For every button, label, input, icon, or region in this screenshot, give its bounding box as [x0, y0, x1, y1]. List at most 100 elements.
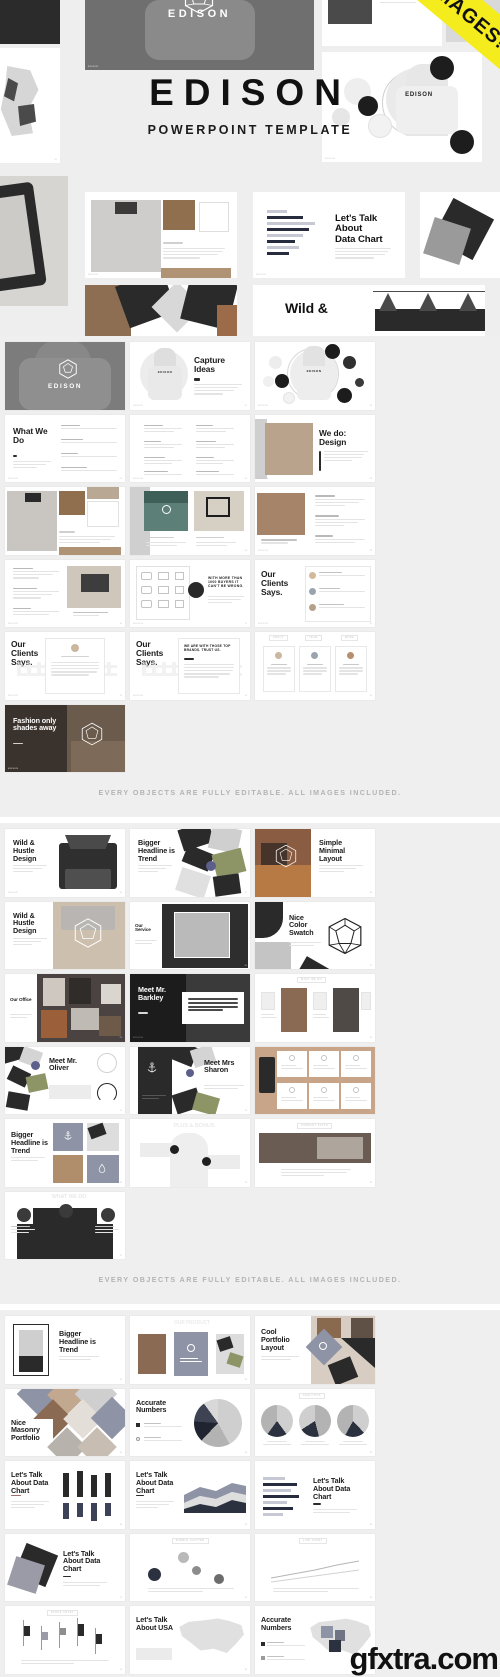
slide-clients-says-a[interactable]: Our Clients Says. EDISON 12: [255, 559, 375, 627]
slide-accurate-numbers-pie[interactable]: Accurate Numbers 36: [130, 1388, 250, 1456]
anchor-icon: [147, 1061, 157, 1072]
slide-title: Our Office: [10, 997, 32, 1002]
slide-cover-edison[interactable]: EDISON: [5, 342, 125, 410]
hero-thumb-shapes: [420, 192, 500, 278]
slide-title: Let's Talk About Data Chart: [11, 1470, 49, 1495]
slide-edison-bubbles[interactable]: EDISON EDISON 03: [255, 342, 375, 410]
slide-what-we-do-devices[interactable]: WHAT WE DO 24: [255, 974, 375, 1042]
slide-meet-mrs-sharon[interactable]: Meet Mrs Sharon 26: [130, 1046, 250, 1114]
slide-capture-ideas[interactable]: EDISON Capture Ideas EDISON 02: [130, 342, 250, 410]
slide-package-project[interactable]: EDISON 10: [5, 559, 125, 627]
hero-thumb-tablet: [0, 176, 68, 306]
slide-cool-portfolio-layout[interactable]: Cool Portfolio Layout 34: [255, 1316, 375, 1384]
slide-title: EDISON: [306, 369, 322, 373]
slide-title: Our Service: [135, 922, 151, 933]
slide-title: Fashion only shades away: [13, 715, 57, 733]
slide-grid-2: Wild & Hustle Design EDISON 16 Bigger Hea…: [5, 829, 495, 1259]
hex-outline-icon: [328, 917, 362, 954]
hero-thumb-wild: Wild &: [253, 285, 485, 336]
slide-what-we-do[interactable]: What We Do EDISON 04: [5, 414, 125, 482]
slide-title: Capture Ideas: [194, 355, 225, 375]
slide-title: Let's Talk About USA: [136, 1615, 174, 1632]
slide-title: PLUS & BONUS: [173, 1123, 215, 1129]
slide-title: Cool Portfolio Layout: [261, 1327, 290, 1352]
bubble-point: [148, 1567, 161, 1581]
hero-banner: 01 EDISON EDISON EDISON EDISON EDISON Le…: [0, 0, 500, 336]
slide-our-product[interactable]: OUR PRODUCT 33: [130, 1316, 250, 1384]
slide-clients-says-b[interactable]: Our Clients Says. EDISON13: [5, 632, 125, 700]
slide-plus-bonus[interactable]: PLUS & BONUS 29: [130, 1119, 250, 1187]
slide-wild-hustle-typewriter[interactable]: Wild & Hustle Design EDISON 16: [5, 829, 125, 897]
slide-analytics-pies[interactable]: ANALYTICS 37: [255, 1388, 375, 1456]
slide-title: WITH MORE THAN 1000 BUYERS IT CAN'T BE W…: [208, 575, 244, 589]
slide-data-chart-shapes[interactable]: Let's Talk About Data Chart 41: [5, 1533, 125, 1601]
section-3: Bigger Headline is Trend 32 OUR PRODUCT …: [0, 1310, 500, 1677]
slide-meet-mr-barkley[interactable]: Meet Mr. Barkley EDISON: [130, 974, 250, 1042]
section-1: EDISON EDISON Capture Ideas EDISON 02 EDI…: [0, 336, 500, 817]
slide-our-service[interactable]: Our Service 20: [130, 901, 250, 969]
slide-title: Wild & Hustle Design: [13, 910, 37, 936]
slide-title: Nice Color Swatch: [289, 912, 314, 938]
slide-line-chart[interactable]: LINE CHART 43: [255, 1533, 375, 1601]
hero-thumb-collage: [85, 285, 237, 336]
hero-cover-logo-text: EDISON: [167, 8, 232, 20]
slide-service-grid-hands[interactable]: 27: [255, 1046, 375, 1114]
slide-dark-mosaic-icons[interactable]: WHAT WE DO 31: [5, 1191, 125, 1259]
slide-gentleman-grid[interactable]: EDISON 07: [5, 487, 125, 555]
slide-title: Accurate Numbers: [261, 1615, 292, 1632]
slide-fashion-shades[interactable]: Fashion only shades away EDISON: [5, 704, 125, 772]
slide-title: COMPANY FACTS: [297, 1123, 333, 1130]
hero-thumb-gentleman: EDISON: [85, 192, 237, 278]
hero-thumb-cover: EDISON EDISON: [85, 0, 314, 70]
bubble-point: [178, 1551, 189, 1563]
slide-title: Simple Minimal Layout: [319, 838, 346, 863]
slide-framed-portrait[interactable]: Bigger Headline is Trend 32: [5, 1316, 125, 1384]
usa-map: [179, 1618, 244, 1653]
slide-clients-says-c[interactable]: Our Clients Says. WE ARE WITH THOSE TOP …: [130, 632, 250, 700]
slide-bigger-headline-a[interactable]: Bigger Headline is Trend 17: [130, 829, 250, 897]
slide-data-chart-columns[interactable]: Let's Talk About Data Chart 38: [5, 1461, 125, 1529]
slide-bubble-chart[interactable]: BUBBLE SCATTER 42: [130, 1533, 250, 1601]
slide-testimonial-trio[interactable]: ABOUT TEAM MORE 15: [255, 632, 375, 700]
hex-overlay-icon: [74, 917, 102, 948]
slide-title: Let's Talk About Data Chart: [313, 1476, 351, 1501]
product-preview-page: 01 EDISON EDISON EDISON EDISON EDISON Le…: [0, 0, 500, 1677]
slide-bigger-headline-b[interactable]: Bigger Headline is Trend 28: [5, 1119, 125, 1187]
slide-stock-chart[interactable]: STOCK CHART 44: [5, 1606, 125, 1674]
slide-nice-masonry-portfolio[interactable]: Nice Masonry Portfolio 35: [5, 1388, 125, 1456]
hero-thumb-datachart: Let's Talk About Data Chart EDISON: [253, 192, 405, 278]
slide-title: Meet Mr. Oliver: [49, 1055, 77, 1073]
slide-title: Accurate Numbers: [136, 1397, 167, 1415]
slide-title: EDISON: [47, 383, 83, 390]
slide-title: ANALYTICS: [299, 1392, 325, 1399]
slide-services-checklist[interactable]: EDISON 05: [130, 414, 250, 482]
slide-title: WHAT WE DO: [51, 1193, 87, 1200]
slide-company-facts[interactable]: COMPANY FACTS 30: [255, 1119, 375, 1187]
bubble-point: [214, 1573, 224, 1584]
pie-chart: [194, 1398, 242, 1447]
slide-title: BUBBLE SCATTER: [172, 1537, 209, 1544]
page-title: EDISON: [149, 72, 351, 113]
slide-title: Meet Mr. Barkley: [138, 985, 166, 1002]
slide-title: What We Do: [13, 425, 48, 445]
site-watermark: gfxtra.com: [349, 1641, 499, 1676]
slide-we-do-design[interactable]: We do: Design EDISON 06: [255, 414, 375, 482]
slide-nice-color-swatch[interactable]: Nice Color Swatch 21: [255, 901, 375, 969]
slide-data-chart-bars[interactable]: Let's Talk About Data Chart 40: [255, 1461, 375, 1529]
slide-simple-minimal-layout[interactable]: Simple Minimal Layout 18: [255, 829, 375, 897]
slide-meet-mr-oliver[interactable]: Meet Mr. Oliver 25: [5, 1046, 125, 1114]
slide-icon-grid-trust[interactable]: WITH MORE THAN 1000 BUYERS IT CAN'T BE W…: [130, 559, 250, 627]
hero-thumb-text-right: [322, 0, 442, 46]
slide-wild-hustle-laptop[interactable]: Wild & Hustle Design 19: [5, 901, 125, 969]
slide-data-chart-area[interactable]: Let's Talk About Data Chart 39: [130, 1461, 250, 1529]
edison-hex-logo-icon: [81, 722, 103, 745]
slide-title: Our Clients Says.: [261, 568, 289, 597]
droplet-icon: [98, 1163, 106, 1173]
slide-lets-talk-about-usa[interactable]: Let's Talk About USA 45: [130, 1606, 250, 1674]
slide-design-project[interactable]: EDISON 09: [255, 487, 375, 555]
line-chart: [271, 1560, 359, 1582]
slide-portfolio-two-up[interactable]: 08: [130, 487, 250, 555]
hero-thumb-texture: [0, 0, 60, 44]
slide-title: Bigger Headline is Trend: [138, 838, 175, 863]
slide-our-office[interactable]: Our Office 22: [5, 974, 125, 1042]
